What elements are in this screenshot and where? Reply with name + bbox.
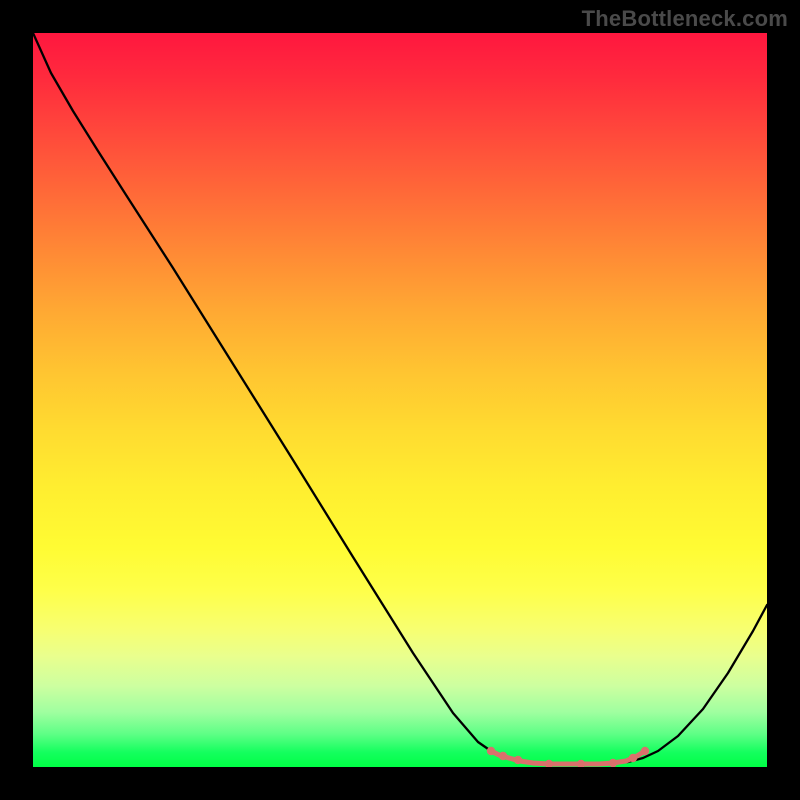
highlight-dot: [545, 760, 553, 767]
highlight-dot: [499, 752, 507, 760]
highlight-dot: [514, 756, 522, 764]
main-curve: [33, 33, 767, 764]
watermark-text: TheBottleneck.com: [582, 6, 788, 32]
chart-container: TheBottleneck.com: [0, 0, 800, 800]
plot-area: [33, 33, 767, 767]
highlight-dot: [487, 747, 495, 755]
highlight-dot: [641, 747, 649, 755]
highlight-dot: [629, 754, 637, 762]
highlight-dot: [577, 760, 585, 767]
highlight-dot: [609, 759, 617, 767]
highlight-segment: [491, 751, 645, 764]
curve-svg: [33, 33, 767, 767]
